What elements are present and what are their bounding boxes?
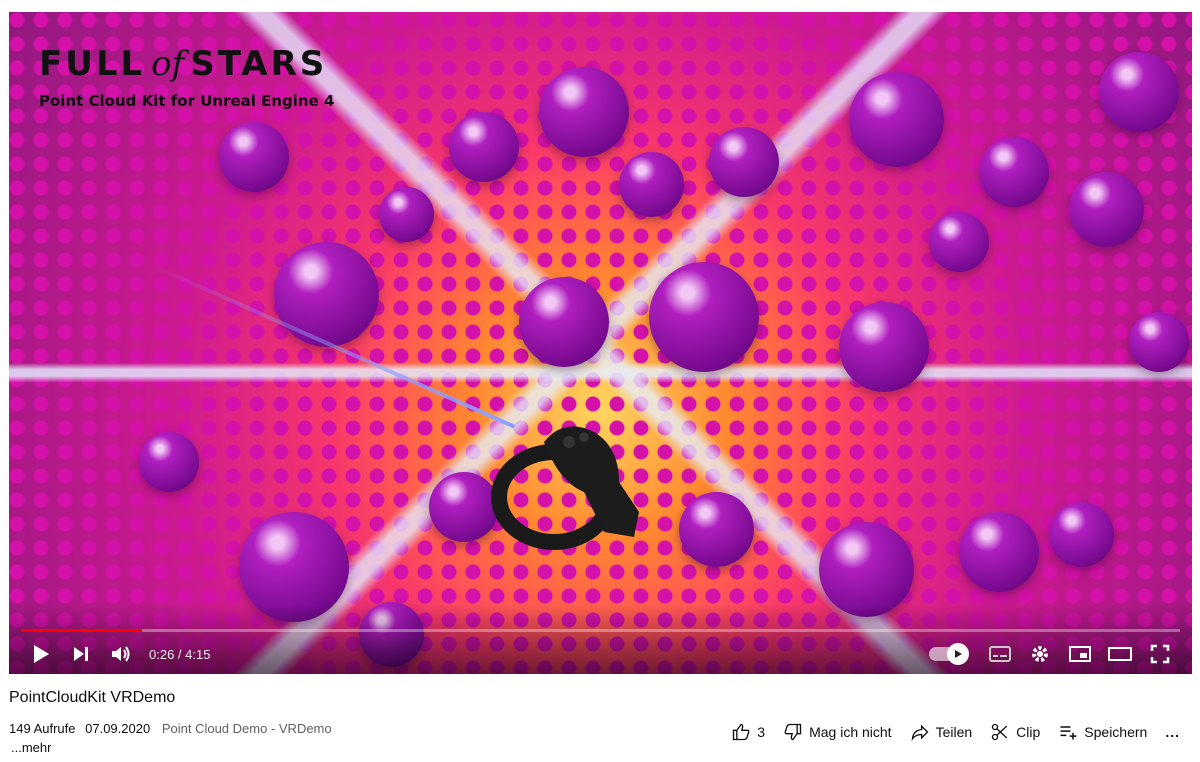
- playlist-add-icon: [1060, 726, 1077, 740]
- subtitles-button[interactable]: [980, 638, 1020, 670]
- theater-button[interactable]: [1100, 638, 1140, 670]
- sphere: [649, 262, 759, 372]
- clip-label: Clip: [1016, 724, 1041, 740]
- sphere: [679, 492, 754, 567]
- time-display: 0:26 / 4:15: [149, 646, 211, 662]
- sphere: [449, 112, 519, 182]
- more-actions-icon: ...: [1165, 724, 1180, 740]
- sphere: [379, 187, 434, 242]
- sphere: [619, 152, 684, 217]
- share-button[interactable]: Teilen: [910, 722, 973, 742]
- player-controls: 0:26 / 4:15: [9, 638, 1192, 670]
- like-count: 3: [757, 724, 766, 740]
- video-actions: 3 Mag ich nicht Teilen Clip Speichern ..…: [731, 720, 1180, 744]
- sphere: [929, 212, 989, 272]
- next-icon: [74, 647, 88, 661]
- fullscreen-button[interactable]: [1140, 638, 1180, 670]
- sphere: [709, 127, 779, 197]
- sphere: [1129, 312, 1189, 372]
- save-button[interactable]: Speichern: [1058, 722, 1147, 742]
- sphere: [959, 512, 1039, 592]
- progress-bar[interactable]: [21, 629, 1180, 632]
- sphere: [819, 522, 914, 617]
- volume-icon: [112, 646, 130, 662]
- sphere: [979, 137, 1049, 207]
- sphere: [539, 67, 629, 157]
- fullscreen-icon: [1150, 644, 1170, 664]
- theater-icon: [1108, 647, 1132, 661]
- more-link[interactable]: ...mehr: [11, 740, 51, 755]
- video-title: PointCloudKit VRDemo: [9, 689, 176, 706]
- view-count: 149 Aufrufe: [9, 721, 76, 736]
- play-icon: [34, 645, 49, 663]
- save-label: Speichern: [1084, 724, 1148, 740]
- miniplayer-button[interactable]: [1060, 638, 1100, 670]
- sphere: [519, 277, 609, 367]
- settings-button[interactable]: [1020, 638, 1060, 670]
- overlay-title: FULL of STARS: [39, 44, 328, 84]
- vr-controller-icon: [491, 426, 639, 550]
- share-label: Teilen: [935, 724, 973, 740]
- more-actions-button[interactable]: ...: [1165, 724, 1180, 740]
- share-icon: [911, 724, 929, 741]
- subtitles-icon: [989, 646, 1011, 662]
- scissors-icon: [991, 723, 1008, 741]
- play-button[interactable]: [21, 638, 61, 670]
- autoplay-knob: [947, 643, 969, 665]
- miniplayer-icon: [1069, 646, 1091, 662]
- sphere: [1099, 52, 1179, 132]
- thumbs-up-icon: [733, 723, 750, 741]
- sphere: [139, 432, 199, 492]
- settings-icon: [1032, 646, 1048, 662]
- overlay-subtitle: Point Cloud Kit for Unreal Engine 4: [39, 92, 335, 110]
- sphere: [849, 72, 944, 167]
- channel-info[interactable]: Point Cloud Demo - VRDemo: [162, 721, 332, 736]
- clip-button[interactable]: Clip: [990, 722, 1040, 742]
- video-meta: 149 Aufrufe 07.09.2020 Point Cloud Demo …: [9, 721, 332, 736]
- like-button[interactable]: 3: [731, 722, 765, 742]
- volume-button[interactable]: [101, 638, 141, 670]
- sphere: [839, 302, 929, 392]
- autoplay-track: [929, 643, 969, 665]
- autoplay-play-icon: [955, 650, 962, 658]
- progress-fill: [21, 629, 142, 632]
- next-button[interactable]: [61, 638, 101, 670]
- dislike-label: Mag ich nicht: [809, 724, 892, 740]
- sphere: [274, 242, 379, 347]
- sphere: [219, 122, 289, 192]
- sphere: [1069, 172, 1144, 247]
- sphere: [1049, 502, 1114, 567]
- thumbs-down-icon: [784, 723, 802, 741]
- autoplay-toggle[interactable]: [924, 638, 980, 670]
- upload-date: 07.09.2020: [85, 721, 151, 736]
- dislike-button[interactable]: Mag ich nicht: [783, 722, 892, 742]
- video-player[interactable]: FULL of STARS Point Cloud Kit for Unreal E…: [9, 12, 1192, 674]
